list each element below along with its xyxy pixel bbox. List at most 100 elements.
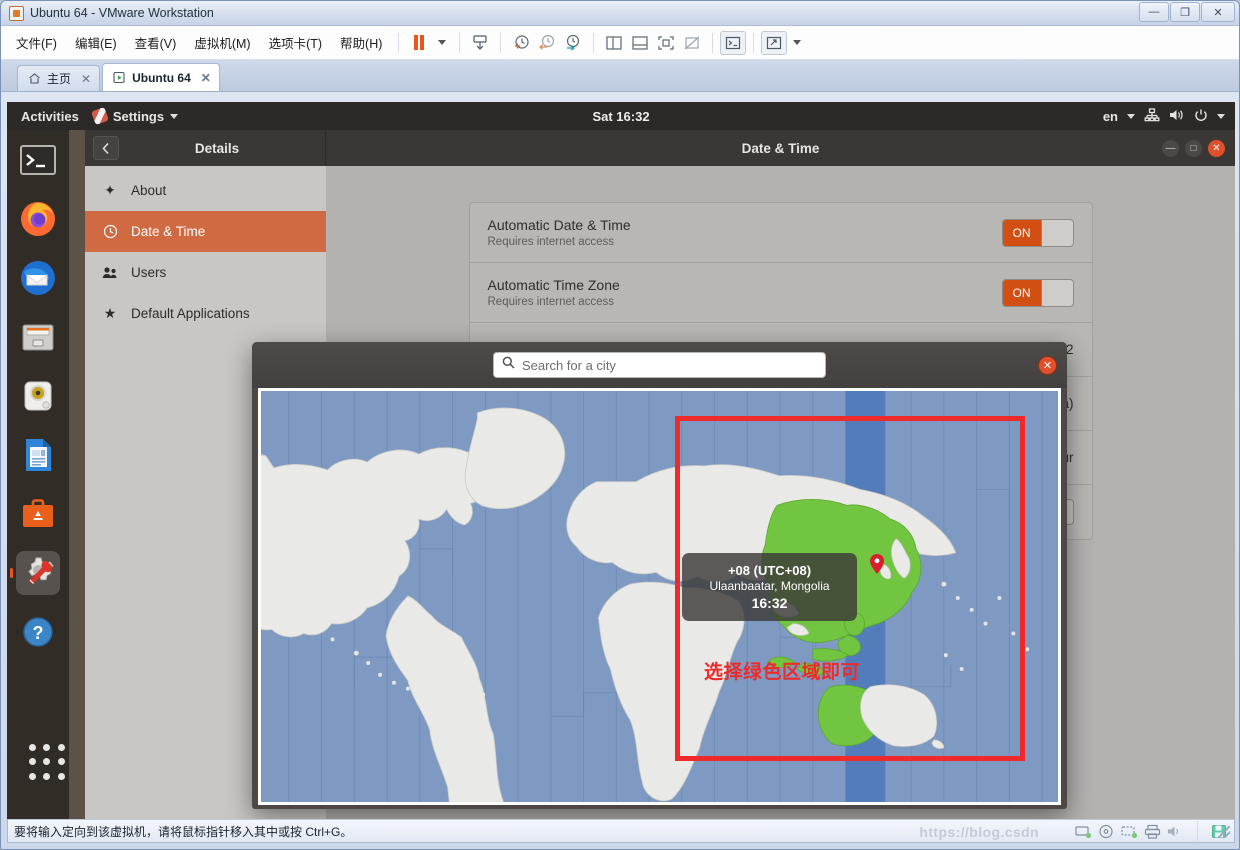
window-buttons: — ❐ ✕ <box>1138 2 1235 22</box>
toolbar-separator <box>398 32 400 53</box>
unity-mode-icon[interactable] <box>679 31 705 55</box>
menu-file[interactable]: 文件(F) <box>7 29 66 56</box>
vmware-statusbar: 要将输入定向到该虚拟机，请将鼠标指针移入其中或按 Ctrl+G。 <box>7 819 1235 843</box>
screenshot-root: Ubuntu 64 - VMware Workstation — ❐ ✕ 文件(… <box>0 0 1240 850</box>
topbar-clock[interactable]: Sat 16:32 <box>592 109 649 124</box>
tab-ubuntu64[interactable]: Ubuntu 64 ✕ <box>102 63 220 91</box>
expand-icon[interactable] <box>761 30 788 55</box>
expand-caret-icon[interactable] <box>793 40 802 45</box>
dock-terminal[interactable] <box>16 138 60 182</box>
vmware-window: Ubuntu 64 - VMware Workstation — ❐ ✕ 文件(… <box>0 0 1240 850</box>
terminal-icon[interactable] <box>720 30 747 55</box>
menu-vm[interactable]: 虚拟机(M) <box>185 29 259 56</box>
dock-files[interactable] <box>16 315 60 359</box>
toolbar-separator <box>593 32 595 53</box>
clock-icon <box>102 224 118 240</box>
maximize-button[interactable]: ❐ <box>1170 2 1200 22</box>
settings-headerbar: Details Date & Time — □ ✕ <box>85 130 1235 166</box>
vmware-menubar: 文件(F) 编辑(E) 查看(V) 虚拟机(M) 选项卡(T) 帮助(H) <box>1 26 1239 60</box>
statusbar-icons <box>1075 821 1228 841</box>
snapshot-manager-icon[interactable] <box>560 31 586 55</box>
sidebar-item-about[interactable]: ✦ About <box>85 170 326 211</box>
toolbar-separator <box>459 32 461 53</box>
show-applications-icon[interactable] <box>29 744 67 782</box>
world-timezone-map[interactable]: +08 (UTC+08) Ulaanbaatar, Mongolia 16:32… <box>261 391 1058 802</box>
timezone-dialog-header: Search for a city ✕ <box>252 342 1067 388</box>
app-menu-label: Settings <box>112 108 165 124</box>
vmware-titlebar: Ubuntu 64 - VMware Workstation — ❐ ✕ <box>1 1 1239 26</box>
automatic-timezone-toggle[interactable]: ON <box>1001 278 1074 307</box>
settings-maximize[interactable]: □ <box>1185 139 1202 157</box>
star-icon: ★ <box>103 305 117 321</box>
take-snapshot-icon[interactable] <box>508 31 534 55</box>
keyboard-caret-icon[interactable] <box>1127 113 1135 119</box>
automatic-date-time-toggle[interactable]: ON <box>1001 218 1074 247</box>
app-menu-button[interactable]: Settings <box>90 107 179 125</box>
tab-home[interactable]: 主页 ✕ <box>17 65 101 91</box>
dock-rhythmbox[interactable] <box>16 374 60 418</box>
vmware-tabstrip: 主页 ✕ Ubuntu 64 ✕ <box>1 60 1239 92</box>
sidebar-item-default-applications[interactable]: ★ Default Applications <box>85 293 326 334</box>
sidebar-item-date-time[interactable]: Date & Time <box>85 211 326 252</box>
timezone-map-container: +08 (UTC+08) Ulaanbaatar, Mongolia 16:32… <box>258 388 1061 805</box>
automatic-timezone-toggle-knob <box>1040 279 1073 306</box>
dock-libreoffice-writer[interactable] <box>16 433 60 477</box>
back-chevron-icon[interactable] <box>93 136 119 160</box>
menu-tabs[interactable]: 选项卡(T) <box>260 29 331 56</box>
activities-button[interactable]: Activities <box>7 109 93 124</box>
dock-help[interactable]: ? <box>16 610 60 654</box>
automatic-timezone-toggle-label: ON <box>1002 279 1041 306</box>
dialog-close-icon[interactable]: ✕ <box>1038 355 1057 375</box>
network-icon[interactable] <box>1075 824 1092 839</box>
usb-icon[interactable] <box>1121 824 1138 839</box>
dock-software[interactable] <box>16 492 60 536</box>
world-map-svg <box>261 391 1058 802</box>
svg-text:?: ? <box>33 623 44 643</box>
dock-settings[interactable] <box>16 551 60 595</box>
gnome-topbar: Activities Settings Sat 16:32 en <box>7 102 1235 130</box>
close-button[interactable]: ✕ <box>1201 2 1235 22</box>
row-automatic-date-time: Automatic Date & Time Requires internet … <box>469 203 1092 263</box>
volume-icon[interactable] <box>1169 108 1185 125</box>
sidebar-item-users[interactable]: Users <box>85 252 326 293</box>
resize-grip[interactable] <box>1218 826 1230 838</box>
toolbar-separator <box>753 32 755 53</box>
settings-close[interactable]: ✕ <box>1208 139 1225 157</box>
cd-icon[interactable] <box>1098 824 1115 839</box>
settings-icon <box>90 107 109 125</box>
tooltip-city: Ulaanbaatar, Mongolia <box>709 579 830 593</box>
menu-caret-icon[interactable] <box>1217 113 1225 119</box>
fullscreen-icon[interactable] <box>653 31 679 55</box>
settings-sidebar-header: Details <box>85 130 326 166</box>
dock-firefox[interactable] <box>16 197 60 241</box>
statusbar-message: 要将输入定向到该虚拟机，请将鼠标指针移入其中或按 Ctrl+G。 <box>14 824 353 839</box>
pause-icon[interactable] <box>406 31 432 55</box>
tab-ubuntu64-close-icon[interactable]: ✕ <box>201 71 211 85</box>
settings-panel-header: Date & Time — □ ✕ <box>326 130 1235 166</box>
menu-help[interactable]: 帮助(H) <box>331 29 391 56</box>
network-icon[interactable] <box>1144 107 1160 125</box>
menu-view[interactable]: 查看(V) <box>126 29 186 56</box>
city-search-field[interactable]: Search for a city <box>493 352 826 378</box>
snapshot-icon[interactable] <box>467 31 493 55</box>
dock-thunderbird[interactable] <box>16 256 60 300</box>
search-icon <box>502 356 515 374</box>
menu-edit[interactable]: 编辑(E) <box>66 29 126 56</box>
keyboard-layout-label[interactable]: en <box>1103 109 1118 124</box>
show-sidebar-icon[interactable] <box>601 31 627 55</box>
show-console-view-icon[interactable] <box>627 31 653 55</box>
printer-icon[interactable] <box>1144 824 1161 839</box>
tab-home-label: 主页 <box>47 72 72 86</box>
settings-minimize[interactable]: — <box>1162 139 1179 157</box>
minimize-button[interactable]: — <box>1139 2 1169 22</box>
revert-snapshot-icon[interactable] <box>534 31 560 55</box>
vm-play-icon <box>113 71 126 84</box>
timezone-tooltip: +08 (UTC+08) Ulaanbaatar, Mongolia 16:32 <box>682 553 857 621</box>
tab-home-close-icon[interactable]: ✕ <box>81 72 91 86</box>
sound-icon[interactable] <box>1167 824 1184 839</box>
app-menu-caret-icon <box>170 113 179 119</box>
power-icon[interactable] <box>1194 108 1208 125</box>
dropdown-caret-icon[interactable] <box>438 40 447 45</box>
home-icon <box>28 72 41 85</box>
row-automatic-date-time-title: Automatic Date & Time <box>487 217 631 233</box>
